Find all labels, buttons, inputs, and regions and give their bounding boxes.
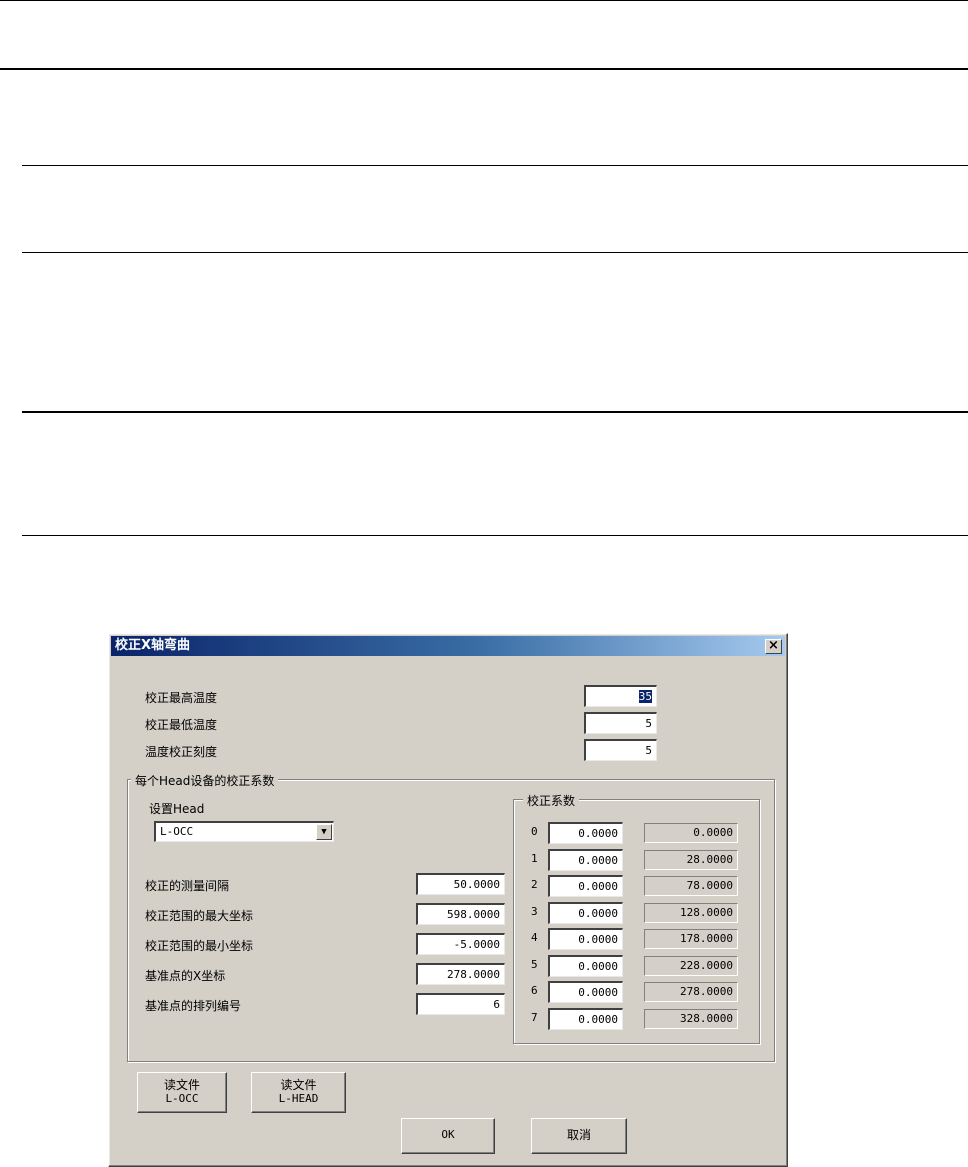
coefficient-index: 4 [531,931,538,944]
interval-label: 校正的测量间隔 [145,879,230,893]
separator-line [22,165,968,166]
head-selected-value: L-OCC [160,825,194,838]
coefficient-position: 128.0000 [644,902,738,923]
read-occ-file-button[interactable]: 读文件 L-OCC [137,1072,227,1113]
coefficient-position: 0.0000 [644,823,738,843]
range-max-label: 校正范围的最大坐标 [145,909,254,923]
separator-line [0,68,968,70]
head-select-label: 设置Head [149,802,205,816]
coefficient-index: 0 [531,825,538,838]
interval-input[interactable]: 50.0000 [416,873,505,895]
read-head-line1: 读文件 [280,1078,317,1092]
temp-scale-input[interactable]: 5 [584,739,657,761]
coefficient-index: 2 [531,878,538,891]
coefficient-value-input[interactable]: 0.0000 [548,901,623,924]
range-max-input[interactable]: 598.0000 [416,903,505,925]
coefficient-index: 5 [531,957,538,971]
temp-min-input[interactable]: 5 [584,712,657,734]
ref-x-input[interactable]: 278.0000 [416,963,505,985]
coefficient-value-input[interactable]: 0.0000 [548,822,623,844]
ref-index-label: 基准点的排列编号 [145,999,242,1013]
head-select[interactable]: L-OCC ▼ [154,821,334,842]
close-button[interactable]: × [765,639,782,654]
coefficient-index: 3 [531,904,538,918]
ref-x-label: 基准点的X坐标 [145,969,226,983]
read-occ-line1: 读文件 [163,1078,200,1092]
temp-scale-label: 温度校正刻度 [145,745,218,759]
cancel-button[interactable]: 取消 [531,1118,627,1154]
coefficient-value-input[interactable]: 0.0000 [548,848,623,871]
coefficient-value-input[interactable]: 0.0000 [548,954,623,977]
close-icon: × [768,638,779,653]
coefficient-value-input[interactable]: 0.0000 [548,875,623,897]
coef-group-title: 校正系数 [523,792,580,809]
separator-line [22,411,968,413]
coefficient-position: 28.0000 [644,849,738,870]
read-head-line2: L-HEAD [278,1092,319,1105]
ref-index-input[interactable]: 6 [416,993,505,1015]
chevron-down-icon[interactable]: ▼ [316,824,332,840]
coefficient-value-input[interactable]: 0.0000 [548,981,623,1003]
coefficient-position: 78.0000 [644,876,738,896]
dialog-title: 校正X轴弯曲 [115,638,191,653]
coefficient-index: 1 [531,851,538,865]
range-min-label: 校正范围的最小坐标 [145,939,254,953]
coefficient-index: 6 [531,984,538,997]
range-min-input[interactable]: -5.0000 [416,933,505,955]
coefficient-value-input[interactable]: 0.0000 [548,928,623,950]
head-group-title: 每个Head设备的校正系数 [131,772,279,789]
temp-max-input[interactable]: 35 [584,685,657,707]
coefficient-position: 178.0000 [644,929,738,949]
dialog-titlebar[interactable]: 校正X轴弯曲 × [111,636,785,656]
coefficient-value-input[interactable]: 0.0000 [548,1007,623,1030]
temp-max-value: 35 [638,690,652,703]
separator-line [0,0,968,1]
read-head-file-button[interactable]: 读文件 L-HEAD [251,1072,346,1113]
calibrate-x-axis-dialog: 校正X轴弯曲 × 校正最高温度 35 校正最低温度 5 温度校正刻度 5 每个H… [108,633,788,1167]
coefficient-position: 278.0000 [644,982,738,1002]
ok-button[interactable]: OK [401,1118,495,1154]
separator-line [22,535,968,536]
coefficient-position: 328.0000 [644,1008,738,1029]
temp-max-label: 校正最高温度 [145,691,218,705]
coefficient-index: 7 [531,1010,538,1024]
coefficient-position: 228.0000 [644,955,738,976]
separator-line [22,252,968,253]
temp-min-label: 校正最低温度 [145,718,218,732]
read-occ-line2: L-OCC [165,1092,199,1105]
